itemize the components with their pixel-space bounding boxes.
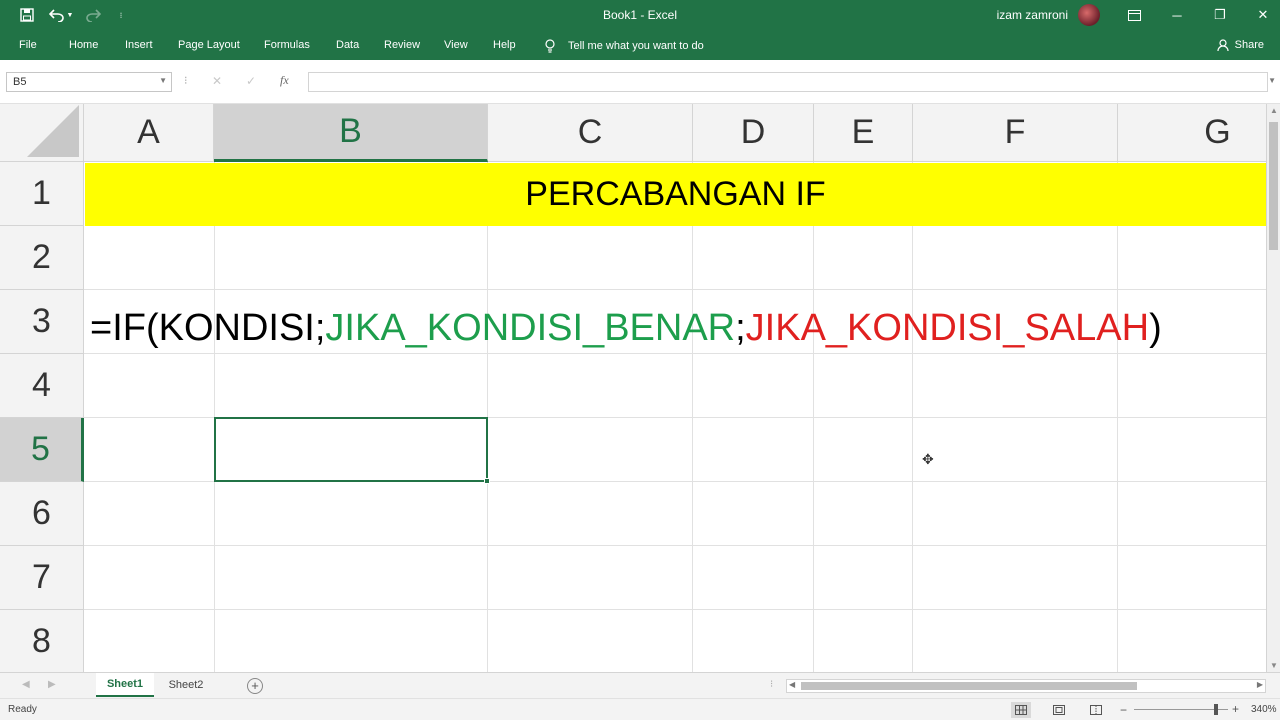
- page-layout-view-icon[interactable]: [1049, 702, 1069, 718]
- name-box[interactable]: B5 ▼: [6, 72, 172, 92]
- status-text: Ready: [8, 704, 37, 715]
- zoom-slider-thumb[interactable]: [1214, 704, 1218, 715]
- ribbon-tabs: File Home Insert Page Layout Formulas Da…: [0, 30, 1280, 60]
- gridline: [84, 545, 1266, 546]
- zoom-level[interactable]: 340%: [1251, 704, 1277, 715]
- fill-handle[interactable]: [484, 478, 490, 484]
- ribbon-display-icon[interactable]: [1114, 0, 1154, 30]
- tab-home[interactable]: Home: [69, 39, 98, 51]
- column-header-a[interactable]: A: [84, 104, 214, 162]
- worksheet-grid[interactable]: A B C D E F G 1 2 3 4 5 6 7 8 PERCABANGA…: [0, 104, 1266, 672]
- chevron-down-icon[interactable]: ▼: [159, 76, 167, 85]
- column-header-g[interactable]: G: [1118, 104, 1266, 162]
- row-header-3[interactable]: 3: [0, 290, 84, 354]
- tell-me-label: Tell me what you want to do: [568, 40, 704, 52]
- column-header-c[interactable]: C: [488, 104, 693, 162]
- lightbulb-icon: [545, 39, 555, 53]
- formula-part-close: ): [1149, 306, 1162, 349]
- tab-formulas[interactable]: Formulas: [264, 39, 310, 51]
- vertical-scroll-thumb[interactable]: [1269, 122, 1278, 250]
- normal-view-icon[interactable]: [1011, 702, 1031, 718]
- horizontal-scroll-thumb[interactable]: [801, 682, 1137, 690]
- scroll-left-icon[interactable]: ◀: [789, 680, 795, 689]
- column-header-d[interactable]: D: [693, 104, 814, 162]
- tab-review[interactable]: Review: [384, 39, 420, 51]
- user-name[interactable]: izam zamroni: [997, 8, 1068, 22]
- restore-button[interactable]: ❐: [1200, 0, 1240, 30]
- tab-view[interactable]: View: [444, 39, 468, 51]
- page-break-view-icon[interactable]: [1086, 702, 1106, 718]
- tab-insert[interactable]: Insert: [125, 39, 153, 51]
- merged-title-cell[interactable]: PERCABANGAN IF: [85, 163, 1266, 226]
- scroll-down-icon[interactable]: ▼: [1270, 661, 1278, 670]
- vertical-scrollbar[interactable]: ▲ ▼: [1266, 104, 1280, 672]
- share-button[interactable]: Share: [1217, 39, 1264, 51]
- row-header-1[interactable]: 1: [0, 162, 84, 226]
- sheet-tab-sheet2[interactable]: Sheet2: [158, 673, 214, 697]
- formula-part-false: JIKA_KONDISI_SALAH: [745, 306, 1150, 349]
- sheet-prev-icon[interactable]: ◀: [22, 679, 30, 690]
- insert-function-button[interactable]: fx: [280, 73, 289, 88]
- cell-cursor-icon: ✥: [922, 451, 934, 467]
- formula-bar-splitter[interactable]: ⁝: [184, 74, 188, 87]
- row-header-6[interactable]: 6: [0, 482, 84, 546]
- tab-splitter[interactable]: ⁝: [770, 679, 773, 690]
- row-header-7[interactable]: 7: [0, 546, 84, 610]
- formula-part-condition: =IF(KONDISI;: [90, 306, 326, 349]
- status-bar: Ready − + 340%: [0, 698, 1280, 720]
- column-header-e[interactable]: E: [814, 104, 913, 162]
- horizontal-scrollbar[interactable]: ◀ ▶: [786, 679, 1266, 693]
- select-all-button[interactable]: [0, 104, 84, 162]
- zoom-out-button[interactable]: −: [1120, 703, 1127, 717]
- scroll-up-icon[interactable]: ▲: [1270, 106, 1278, 115]
- formula-part-separator: ;: [735, 306, 746, 349]
- scroll-right-icon[interactable]: ▶: [1257, 680, 1263, 689]
- share-label: Share: [1234, 39, 1264, 51]
- zoom-in-button[interactable]: +: [1232, 702, 1239, 716]
- enter-button[interactable]: ✓: [246, 74, 256, 88]
- tab-file[interactable]: File: [19, 39, 37, 51]
- formula-syntax-cell[interactable]: =IF(KONDISI; JIKA_KONDISI_BENAR; JIKA_KOND…: [90, 298, 1162, 358]
- column-header-b[interactable]: B: [214, 104, 488, 162]
- column-header-f[interactable]: F: [913, 104, 1118, 162]
- row-header-2[interactable]: 2: [0, 226, 84, 290]
- gridline: [84, 289, 1266, 290]
- cancel-entry-button[interactable]: ✕: [212, 74, 222, 88]
- row-header-5[interactable]: 5: [0, 418, 84, 482]
- formula-input[interactable]: [308, 72, 1268, 92]
- formula-part-true: JIKA_KONDISI_BENAR: [325, 306, 736, 349]
- tab-data[interactable]: Data: [336, 39, 359, 51]
- tab-help[interactable]: Help: [493, 39, 516, 51]
- gridline: [84, 609, 1266, 610]
- active-cell-b5[interactable]: [214, 417, 488, 482]
- avatar[interactable]: [1078, 4, 1100, 26]
- sheet-tab-bar: ◀ ▶ Sheet1 Sheet2 + ⁝ ◀ ▶: [0, 672, 1280, 698]
- person-icon: [1217, 39, 1229, 51]
- title-bar: ▼ ⁝ Book1 - Excel izam zamroni ─ ❐ ✕: [0, 0, 1280, 30]
- minimize-button[interactable]: ─: [1157, 0, 1197, 30]
- row-header-4[interactable]: 4: [0, 354, 84, 418]
- close-button[interactable]: ✕: [1243, 0, 1280, 30]
- row-header-8[interactable]: 8: [0, 610, 84, 672]
- tab-page-layout[interactable]: Page Layout: [178, 39, 240, 51]
- name-box-value: B5: [13, 76, 27, 88]
- expand-formula-bar-icon[interactable]: ▼: [1268, 76, 1276, 85]
- tell-me-search[interactable]: Tell me what you want to do: [544, 39, 704, 53]
- add-sheet-button[interactable]: +: [247, 678, 263, 694]
- sheet-tab-sheet1[interactable]: Sheet1: [96, 673, 154, 697]
- formula-bar: B5 ▼ ⁝ ✕ ✓ fx ▼: [0, 60, 1280, 104]
- sheet-next-icon[interactable]: ▶: [48, 679, 56, 690]
